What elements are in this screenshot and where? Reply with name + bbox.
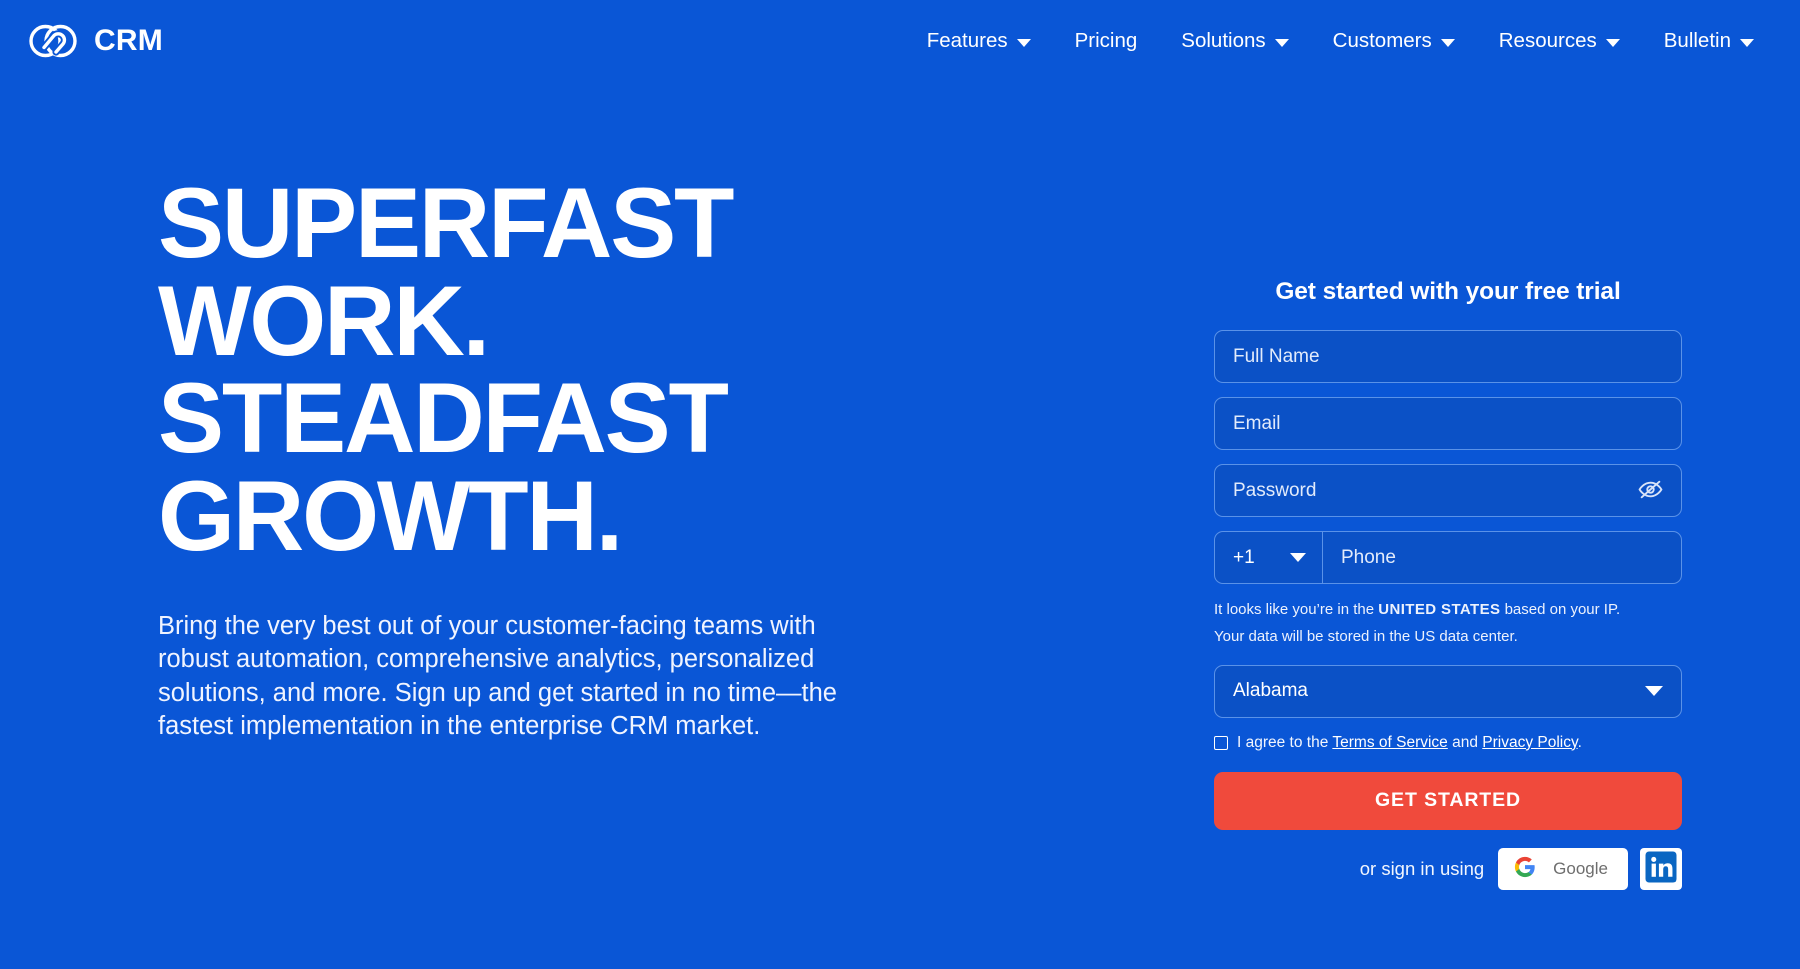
password-input[interactable] <box>1215 465 1681 516</box>
nav-label: Features <box>926 29 1008 52</box>
terms-text-post: . <box>1577 733 1582 751</box>
ip-note-country: UNITED STATES <box>1378 601 1501 618</box>
page-title: SUPERFAST WORK. STEADFAST GROWTH. <box>158 167 1010 571</box>
main-navigation: Features Pricing Solutions Customers Res… <box>927 29 1762 53</box>
eye-off-icon <box>1638 477 1663 505</box>
email-input[interactable] <box>1215 398 1681 449</box>
chevron-down-icon <box>1605 38 1620 47</box>
phone-row: +1 <box>1214 531 1682 584</box>
full-name-field[interactable] <box>1214 330 1682 383</box>
brand-name: CRM <box>94 24 163 57</box>
site-header: CRM Features Pricing Solutions Customers… <box>0 0 1800 82</box>
chevron-down-icon <box>1290 553 1306 562</box>
ip-note-line-2: Your data will be stored in the US data … <box>1214 628 1518 646</box>
chevron-down-icon <box>1016 38 1031 47</box>
hero-subtitle: Bring the very best out of your customer… <box>158 612 837 741</box>
chevron-down-icon <box>1740 38 1754 47</box>
hero-title-line-1: SUPERFAST <box>158 167 734 278</box>
google-signin-button[interactable]: Google <box>1498 847 1628 890</box>
nav-label: Customers <box>1332 29 1432 52</box>
nav-item-customers[interactable]: Customers <box>1333 29 1455 53</box>
social-signin-label: or sign in using <box>1359 857 1485 879</box>
password-visibility-toggle[interactable] <box>1636 475 1665 507</box>
linkedin-in-icon <box>1644 850 1678 887</box>
terms-checkbox[interactable] <box>1214 735 1228 750</box>
get-started-button[interactable]: GET STARTED <box>1214 771 1682 830</box>
linkedin-signin-button[interactable] <box>1640 847 1682 890</box>
nav-label: Pricing <box>1074 29 1138 52</box>
brand-logo-link[interactable]: CRM <box>26 14 163 68</box>
nav-item-features[interactable]: Features <box>927 29 1031 53</box>
nav-label: Bulletin <box>1663 29 1731 52</box>
nav-item-solutions[interactable]: Solutions <box>1181 29 1289 53</box>
ip-note-line-1: It looks like you’re in the UNITED STATE… <box>1214 596 1682 623</box>
country-code-select[interactable]: +1 <box>1215 532 1323 583</box>
privacy-policy-link[interactable]: Privacy Policy <box>1482 734 1577 751</box>
full-name-input[interactable] <box>1215 331 1681 382</box>
terms-text-pre: I agree to the <box>1237 733 1333 751</box>
nav-item-resources[interactable]: Resources <box>1499 29 1620 53</box>
signup-form: Get started with your free trial Full Na… <box>1214 82 1682 890</box>
hero-title-line-4: GROWTH. <box>158 459 623 571</box>
password-field[interactable] <box>1214 464 1682 517</box>
terms-text: I agree to the Terms of Service and Priv… <box>1237 734 1582 752</box>
nav-item-bulletin[interactable]: Bulletin <box>1664 29 1754 53</box>
state-select-value: Alabama <box>1233 680 1308 702</box>
ip-note-post: based on your IP. <box>1500 601 1621 618</box>
nav-item-pricing[interactable]: Pricing <box>1075 29 1138 53</box>
chevron-down-icon <box>1645 686 1663 697</box>
ip-location-note: It looks like you’re in the UNITED STATE… <box>1214 596 1682 651</box>
nav-label: Solutions <box>1181 29 1266 52</box>
chevron-down-icon <box>1274 38 1289 47</box>
hero-title-line-3: STEADFAST <box>158 362 729 473</box>
phone-input[interactable] <box>1323 532 1681 583</box>
country-code-value: +1 <box>1233 546 1255 568</box>
google-g-icon <box>1514 856 1536 881</box>
terms-text-mid: and <box>1447 733 1483 751</box>
terms-of-service-link[interactable]: Terms of Service <box>1332 734 1447 751</box>
nav-label: Resources <box>1498 29 1597 52</box>
state-select[interactable]: Alabama <box>1214 664 1682 718</box>
terms-agreement-row: I agree to the Terms of Service and Priv… <box>1214 734 1682 752</box>
google-signin-label: Google <box>1553 858 1608 878</box>
ip-note-pre: It looks like you’re in the <box>1214 601 1379 618</box>
signup-title: Get started with your free trial <box>1275 278 1621 305</box>
main-content: SUPERFAST WORK. STEADFAST GROWTH. Bring … <box>0 82 1800 890</box>
interlocking-loops-logo-icon <box>26 14 80 68</box>
chevron-down-icon <box>1440 38 1455 47</box>
hero-section: SUPERFAST WORK. STEADFAST GROWTH. Bring … <box>0 82 1010 744</box>
hero-title-line-2: WORK. <box>158 264 490 376</box>
social-signin-row: or sign in using Google <box>1214 847 1682 890</box>
email-field[interactable] <box>1214 397 1682 450</box>
